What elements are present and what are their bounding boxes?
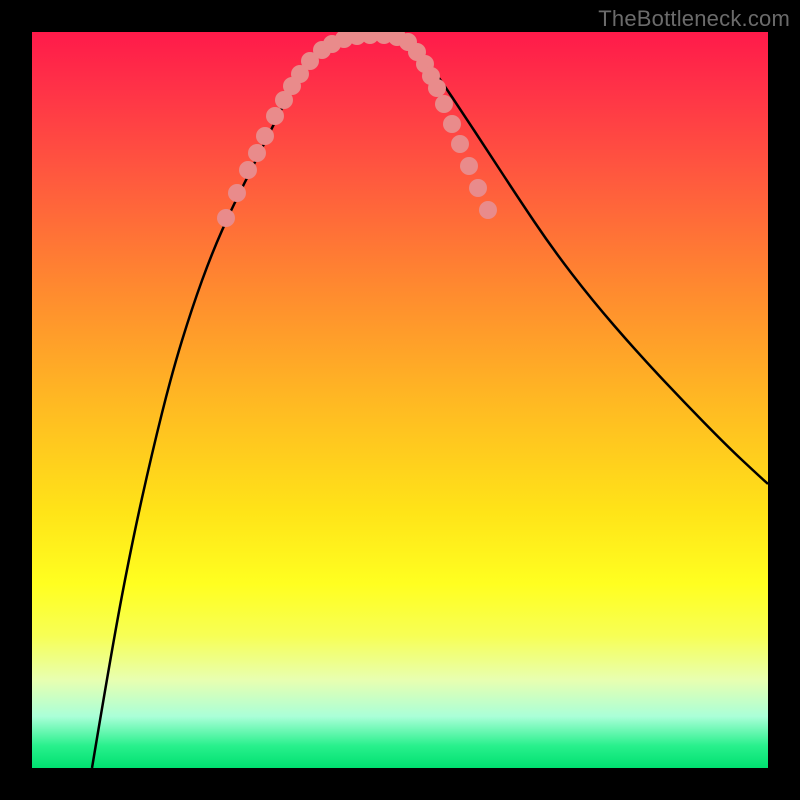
chart-svg	[32, 32, 768, 768]
marker-point	[239, 161, 257, 179]
chart-frame	[32, 32, 768, 768]
marker-point	[451, 135, 469, 153]
marker-point	[228, 184, 246, 202]
marker-point	[435, 95, 453, 113]
marker-point	[248, 144, 266, 162]
marker-point	[256, 127, 274, 145]
marker-point	[469, 179, 487, 197]
marker-point	[443, 115, 461, 133]
marker-point	[217, 209, 235, 227]
marker-group	[217, 32, 497, 227]
marker-point	[479, 201, 497, 219]
left-curve	[92, 35, 362, 768]
watermark-text: TheBottleneck.com	[598, 6, 790, 32]
marker-point	[428, 79, 446, 97]
marker-point	[460, 157, 478, 175]
marker-point	[266, 107, 284, 125]
